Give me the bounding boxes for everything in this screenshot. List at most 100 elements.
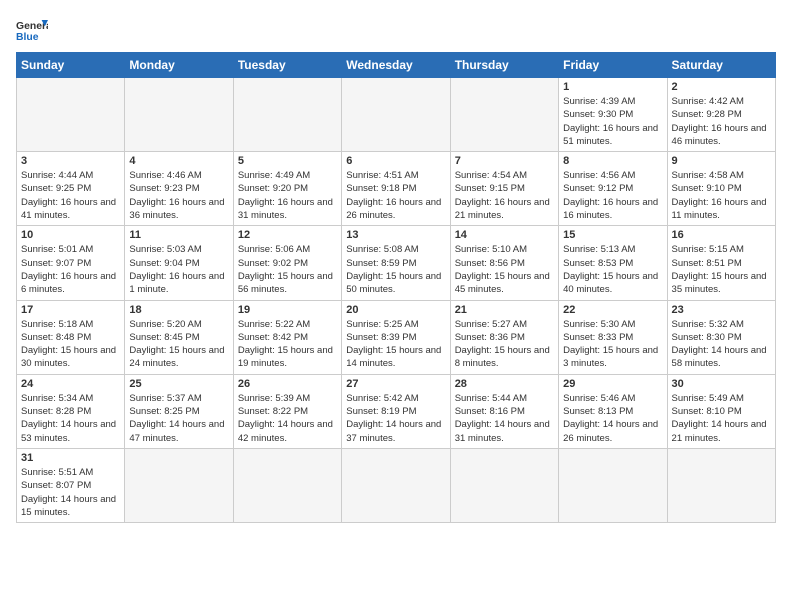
calendar-cell: 1 Sunrise: 4:39 AMSunset: 9:30 PMDaylight… [559, 78, 667, 152]
day-info: Sunrise: 4:46 AMSunset: 9:23 PMDaylight:… [129, 169, 228, 222]
calendar-cell [342, 78, 450, 152]
day-info: Sunrise: 4:44 AMSunset: 9:25 PMDaylight:… [21, 169, 120, 222]
day-number: 29 [563, 378, 662, 390]
day-number: 23 [672, 304, 771, 316]
calendar-cell: 26Sunrise: 5:39 AMSunset: 8:22 PMDayligh… [233, 374, 341, 448]
calendar-cell: 23 Sunrise: 5:32 AMSunset: 8:30 PMDayligh… [667, 300, 775, 374]
day-number: 24 [21, 378, 120, 390]
day-number: 12 [238, 229, 337, 241]
day-number: 3 [21, 155, 120, 167]
calendar-cell: 24Sunrise: 5:34 AMSunset: 8:28 PMDayligh… [17, 374, 125, 448]
day-info: Sunrise: 5:01 AMSunset: 9:07 PMDaylight:… [21, 243, 120, 296]
day-info: Sunrise: 5:03 AMSunset: 9:04 PMDaylight:… [129, 243, 228, 296]
day-info: Sunrise: 5:27 AMSunset: 8:36 PMDaylight:… [455, 318, 554, 371]
day-number: 25 [129, 378, 228, 390]
calendar-week-3: 10 Sunrise: 5:01 AMSunset: 9:07 PMDayligh… [17, 226, 776, 300]
day-info: Sunrise: 4:39 AMSunset: 9:30 PMDaylight:… [563, 95, 662, 148]
day-info: Sunrise: 4:54 AMSunset: 9:15 PMDaylight:… [455, 169, 554, 222]
day-info: Sunrise: 5:39 AMSunset: 8:22 PMDaylight:… [238, 392, 337, 445]
calendar-cell: 25 Sunrise: 5:37 AMSunset: 8:25 PMDayligh… [125, 374, 233, 448]
day-info: Sunrise: 5:44 AMSunset: 8:16 PMDaylight:… [455, 392, 554, 445]
day-number: 15 [563, 229, 662, 241]
day-number: 22 [563, 304, 662, 316]
day-info: Sunrise: 5:25 AMSunset: 8:39 PMDaylight:… [346, 318, 445, 371]
calendar-cell: 11 Sunrise: 5:03 AMSunset: 9:04 PMDayligh… [125, 226, 233, 300]
calendar-cell: 3 Sunrise: 4:44 AMSunset: 9:25 PMDaylight… [17, 152, 125, 226]
day-info: Sunrise: 5:30 AMSunset: 8:33 PMDaylight:… [563, 318, 662, 371]
day-number: 7 [455, 155, 554, 167]
calendar-cell: 27 Sunrise: 5:42 AMSunset: 8:19 PMDayligh… [342, 374, 450, 448]
logo-icon: General Blue [16, 16, 48, 44]
day-number: 1 [563, 81, 662, 93]
calendar-cell [450, 78, 558, 152]
calendar-cell: 9Sunrise: 4:58 AMSunset: 9:10 PMDaylight… [667, 152, 775, 226]
day-number: 8 [563, 155, 662, 167]
weekday-header-saturday: Saturday [667, 53, 775, 78]
page-header: General Blue [16, 16, 776, 44]
calendar-cell: 22 Sunrise: 5:30 AMSunset: 8:33 PMDayligh… [559, 300, 667, 374]
weekday-header-sunday: Sunday [17, 53, 125, 78]
day-number: 28 [455, 378, 554, 390]
day-info: Sunrise: 4:49 AMSunset: 9:20 PMDaylight:… [238, 169, 337, 222]
day-number: 6 [346, 155, 445, 167]
svg-text:Blue: Blue [16, 32, 39, 43]
calendar-cell: 31Sunrise: 5:51 AMSunset: 8:07 PMDayligh… [17, 448, 125, 522]
day-number: 18 [129, 304, 228, 316]
calendar-cell [342, 448, 450, 522]
calendar-cell: 12 Sunrise: 5:06 AMSunset: 9:02 PMDayligh… [233, 226, 341, 300]
day-info: Sunrise: 5:06 AMSunset: 9:02 PMDaylight:… [238, 243, 337, 296]
calendar-cell [17, 78, 125, 152]
calendar-cell [450, 448, 558, 522]
day-info: Sunrise: 5:42 AMSunset: 8:19 PMDaylight:… [346, 392, 445, 445]
weekday-header-row: SundayMondayTuesdayWednesdayThursdayFrid… [17, 53, 776, 78]
day-number: 30 [672, 378, 771, 390]
day-info: Sunrise: 5:22 AMSunset: 8:42 PMDaylight:… [238, 318, 337, 371]
day-number: 19 [238, 304, 337, 316]
day-info: Sunrise: 4:56 AMSunset: 9:12 PMDaylight:… [563, 169, 662, 222]
calendar-cell: 19 Sunrise: 5:22 AMSunset: 8:42 PMDayligh… [233, 300, 341, 374]
calendar-cell: 20Sunrise: 5:25 AMSunset: 8:39 PMDayligh… [342, 300, 450, 374]
day-info: Sunrise: 5:18 AMSunset: 8:48 PMDaylight:… [21, 318, 120, 371]
weekday-header-monday: Monday [125, 53, 233, 78]
day-info: Sunrise: 5:49 AMSunset: 8:10 PMDaylight:… [672, 392, 771, 445]
calendar-cell: 17Sunrise: 5:18 AMSunset: 8:48 PMDayligh… [17, 300, 125, 374]
calendar-cell: 2 Sunrise: 4:42 AMSunset: 9:28 PMDaylight… [667, 78, 775, 152]
calendar-cell: 15 Sunrise: 5:13 AMSunset: 8:53 PMDayligh… [559, 226, 667, 300]
calendar-cell: 16 Sunrise: 5:15 AMSunset: 8:51 PMDayligh… [667, 226, 775, 300]
day-number: 10 [21, 229, 120, 241]
calendar-cell: 14Sunrise: 5:10 AMSunset: 8:56 PMDayligh… [450, 226, 558, 300]
day-info: Sunrise: 5:08 AMSunset: 8:59 PMDaylight:… [346, 243, 445, 296]
weekday-header-tuesday: Tuesday [233, 53, 341, 78]
day-info: Sunrise: 5:37 AMSunset: 8:25 PMDaylight:… [129, 392, 228, 445]
day-info: Sunrise: 4:42 AMSunset: 9:28 PMDaylight:… [672, 95, 771, 148]
day-number: 27 [346, 378, 445, 390]
day-number: 13 [346, 229, 445, 241]
day-info: Sunrise: 5:13 AMSunset: 8:53 PMDaylight:… [563, 243, 662, 296]
day-number: 21 [455, 304, 554, 316]
day-number: 5 [238, 155, 337, 167]
calendar-cell: 10 Sunrise: 5:01 AMSunset: 9:07 PMDayligh… [17, 226, 125, 300]
day-info: Sunrise: 5:46 AMSunset: 8:13 PMDaylight:… [563, 392, 662, 445]
calendar-cell: 6 Sunrise: 4:51 AMSunset: 9:18 PMDaylight… [342, 152, 450, 226]
day-info: Sunrise: 4:51 AMSunset: 9:18 PMDaylight:… [346, 169, 445, 222]
day-info: Sunrise: 5:15 AMSunset: 8:51 PMDaylight:… [672, 243, 771, 296]
calendar-week-1: 1 Sunrise: 4:39 AMSunset: 9:30 PMDaylight… [17, 78, 776, 152]
calendar-cell [667, 448, 775, 522]
day-info: Sunrise: 5:32 AMSunset: 8:30 PMDaylight:… [672, 318, 771, 371]
calendar-cell: 7 Sunrise: 4:54 AMSunset: 9:15 PMDaylight… [450, 152, 558, 226]
calendar-cell: 29 Sunrise: 5:46 AMSunset: 8:13 PMDayligh… [559, 374, 667, 448]
calendar-cell: 8 Sunrise: 4:56 AMSunset: 9:12 PMDaylight… [559, 152, 667, 226]
calendar-cell: 4 Sunrise: 4:46 AMSunset: 9:23 PMDaylight… [125, 152, 233, 226]
day-number: 2 [672, 81, 771, 93]
day-number: 4 [129, 155, 228, 167]
calendar-cell [233, 448, 341, 522]
day-info: Sunrise: 5:51 AMSunset: 8:07 PMDaylight:… [21, 466, 120, 519]
weekday-header-thursday: Thursday [450, 53, 558, 78]
calendar-cell: 30 Sunrise: 5:49 AMSunset: 8:10 PMDayligh… [667, 374, 775, 448]
day-number: 16 [672, 229, 771, 241]
calendar-cell [559, 448, 667, 522]
calendar-cell: 21 Sunrise: 5:27 AMSunset: 8:36 PMDayligh… [450, 300, 558, 374]
calendar-week-4: 17Sunrise: 5:18 AMSunset: 8:48 PMDayligh… [17, 300, 776, 374]
calendar-cell: 18Sunrise: 5:20 AMSunset: 8:45 PMDayligh… [125, 300, 233, 374]
day-number: 11 [129, 229, 228, 241]
